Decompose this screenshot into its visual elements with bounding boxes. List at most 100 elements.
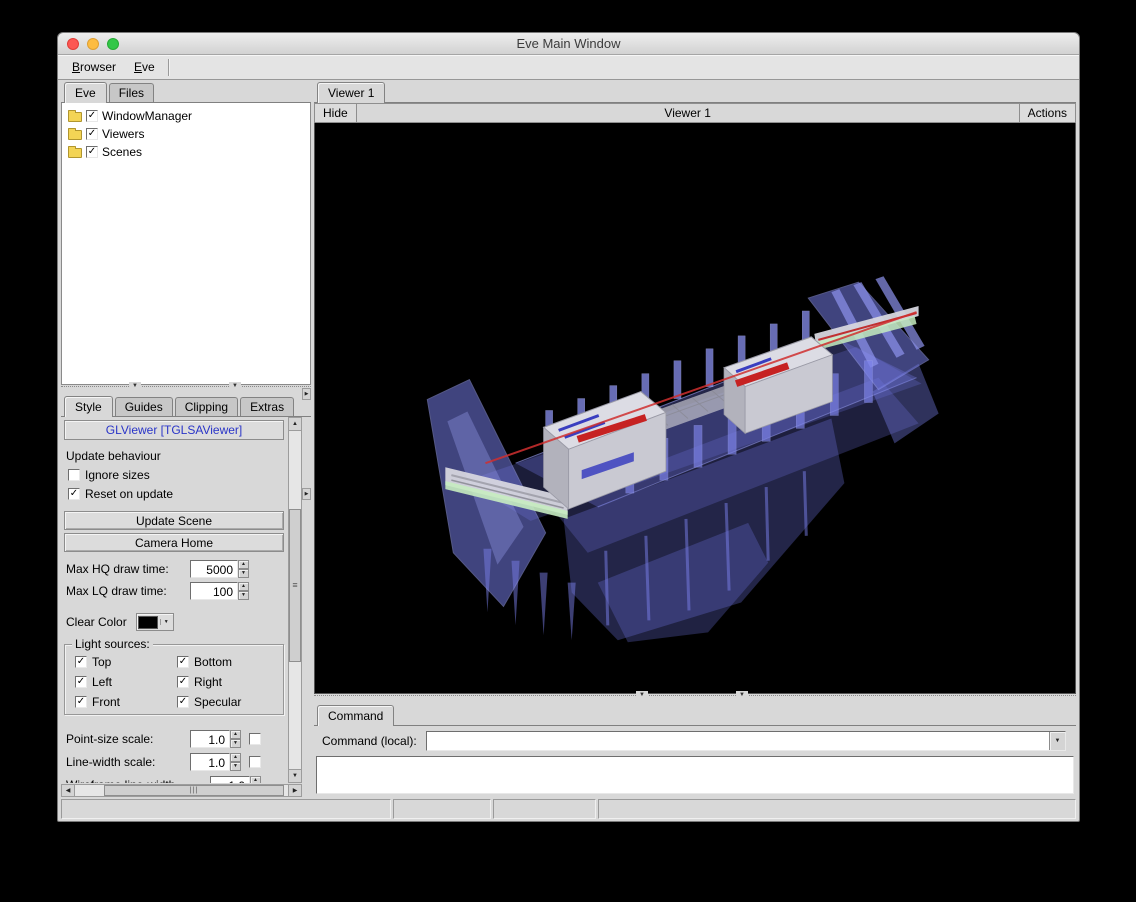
checkbox-label: Left bbox=[92, 675, 112, 689]
menu-eve[interactable]: Eve bbox=[125, 60, 164, 74]
tab-command[interactable]: Command bbox=[317, 705, 394, 726]
line-width-spinner[interactable]: 1.0 ▲ ▼ bbox=[190, 753, 241, 771]
command-output[interactable] bbox=[316, 756, 1074, 794]
tree-item-scenes[interactable]: ✓ Scenes bbox=[64, 143, 308, 161]
checkbox-ignore-sizes[interactable]: Ignore sizes bbox=[68, 467, 287, 482]
style-vertical-scrollbar[interactable]: ▲ ≡ ▼ bbox=[288, 417, 302, 783]
tree-item-windowmanager[interactable]: ✓ WindowManager bbox=[64, 107, 308, 125]
color-swatch[interactable] bbox=[138, 616, 158, 629]
tree-style-splitter[interactable]: ▼ ▼ bbox=[61, 386, 311, 395]
panel-edge-scroll-icon[interactable]: ▶ bbox=[302, 488, 311, 500]
max-lq-value[interactable]: 100 bbox=[190, 582, 238, 600]
checkbox-light-specular[interactable]: ✓ Specular bbox=[177, 694, 279, 709]
splitter-collapse-icon[interactable]: ▼ bbox=[736, 691, 748, 700]
viewport-command-splitter[interactable]: ▼ ▼ bbox=[314, 695, 1076, 704]
tree-item-label[interactable]: Scenes bbox=[102, 145, 142, 159]
tree-item-label[interactable]: Viewers bbox=[102, 127, 144, 141]
splitter-collapse-icon[interactable]: ▼ bbox=[229, 382, 241, 391]
point-size-checkbox[interactable] bbox=[249, 733, 261, 745]
spinner-up-icon[interactable]: ▲ bbox=[238, 560, 249, 569]
checkbox-light-bottom[interactable]: ✓ Bottom bbox=[177, 654, 279, 669]
hide-button[interactable]: Hide bbox=[315, 104, 357, 122]
wireframe-value[interactable]: 1.0 bbox=[210, 776, 250, 783]
style-horizontal-scrollbar[interactable]: ◀ ||| ▶ bbox=[61, 784, 302, 797]
checkbox-light-top[interactable]: ✓ Top bbox=[75, 654, 177, 669]
checkbox-light-left[interactable]: ✓ Left bbox=[75, 674, 177, 689]
detector-3d-render bbox=[315, 123, 1075, 693]
traffic-lights bbox=[67, 38, 119, 50]
command-label: Command (local): bbox=[322, 734, 417, 748]
tab-clipping[interactable]: Clipping bbox=[175, 397, 238, 416]
tree-checkbox[interactable]: ✓ bbox=[86, 110, 98, 122]
max-hq-value[interactable]: 5000 bbox=[190, 560, 238, 578]
tab-extras[interactable]: Extras bbox=[240, 397, 294, 416]
point-size-spinner[interactable]: 1.0 ▲ ▼ bbox=[190, 730, 241, 748]
checkbox-light-front[interactable]: ✓ Front bbox=[75, 694, 177, 709]
spinner-down-icon[interactable]: ▼ bbox=[238, 591, 249, 600]
command-combobox[interactable]: ▼ bbox=[426, 731, 1066, 751]
camera-home-button[interactable]: Camera Home bbox=[64, 533, 284, 552]
checkmark-icon: ✓ bbox=[179, 657, 187, 667]
line-width-value[interactable]: 1.0 bbox=[190, 753, 230, 771]
zoom-window-button[interactable] bbox=[107, 38, 119, 50]
update-scene-button[interactable]: Update Scene bbox=[64, 511, 284, 530]
spinner-up-icon[interactable]: ▲ bbox=[250, 776, 261, 783]
tab-files[interactable]: Files bbox=[109, 83, 154, 102]
scroll-up-icon[interactable]: ▲ bbox=[289, 418, 301, 431]
checkbox-reset-on-update[interactable]: ✓ Reset on update bbox=[68, 486, 287, 501]
spinner-down-icon[interactable]: ▼ bbox=[230, 739, 241, 748]
minimize-window-button[interactable] bbox=[87, 38, 99, 50]
splitter-collapse-icon[interactable]: ▼ bbox=[129, 382, 141, 391]
eve-tree[interactable]: ✓ WindowManager ✓ Viewers ✓ Scenes bbox=[61, 103, 311, 385]
tab-viewer-1[interactable]: Viewer 1 bbox=[317, 82, 385, 103]
checkbox-box[interactable]: ✓ bbox=[177, 656, 189, 668]
spinner-up-icon[interactable]: ▲ bbox=[238, 582, 249, 591]
menu-browser[interactable]: Browser bbox=[63, 60, 125, 74]
clear-color-label: Clear Color bbox=[66, 615, 127, 629]
point-size-value[interactable]: 1.0 bbox=[190, 730, 230, 748]
checkmark-icon: ✓ bbox=[88, 129, 96, 139]
tree-item-label[interactable]: WindowManager bbox=[102, 109, 192, 123]
tab-style[interactable]: Style bbox=[64, 396, 113, 417]
scrollbar-grip-icon: ||| bbox=[190, 787, 198, 794]
close-window-button[interactable] bbox=[67, 38, 79, 50]
checkbox-box[interactable]: ✓ bbox=[75, 656, 87, 668]
clear-color-select[interactable]: ▼ bbox=[136, 613, 174, 631]
tree-checkbox[interactable]: ✓ bbox=[86, 128, 98, 140]
checkbox-light-right[interactable]: ✓ Right bbox=[177, 674, 279, 689]
max-lq-label: Max LQ draw time: bbox=[66, 584, 167, 598]
wireframe-label: Wireframe line-width bbox=[66, 778, 175, 783]
horizontal-scrollbar-thumb[interactable]: ||| bbox=[104, 785, 284, 796]
checkbox-box[interactable]: ✓ bbox=[68, 488, 80, 500]
spinner-up-icon[interactable]: ▲ bbox=[230, 730, 241, 739]
tab-guides[interactable]: Guides bbox=[115, 397, 173, 416]
spinner-down-icon[interactable]: ▼ bbox=[238, 569, 249, 578]
line-width-checkbox[interactable] bbox=[249, 756, 261, 768]
splitter-collapse-icon[interactable]: ▼ bbox=[636, 691, 648, 700]
tree-checkbox[interactable]: ✓ bbox=[86, 146, 98, 158]
scroll-down-icon[interactable]: ▼ bbox=[289, 769, 301, 782]
checkbox-box[interactable] bbox=[68, 469, 80, 481]
scroll-left-icon[interactable]: ◀ bbox=[62, 785, 75, 796]
wireframe-spinner[interactable]: 1.0 ▲ ▼ bbox=[210, 776, 261, 783]
glviewer-header[interactable]: GLViewer [TGLSAViewer] bbox=[64, 420, 284, 440]
max-lq-spinner[interactable]: 100 ▲ ▼ bbox=[190, 582, 249, 600]
folder-icon bbox=[68, 112, 82, 122]
checkbox-box[interactable]: ✓ bbox=[177, 696, 189, 708]
max-hq-spinner[interactable]: 5000 ▲ ▼ bbox=[190, 560, 249, 578]
panel-edge-scroll-icon[interactable]: ▶ bbox=[302, 388, 311, 400]
actions-button[interactable]: Actions bbox=[1019, 104, 1075, 122]
scroll-right-icon[interactable]: ▶ bbox=[288, 785, 301, 796]
gl-viewport[interactable] bbox=[314, 123, 1076, 694]
vertical-scrollbar-thumb[interactable]: ≡ bbox=[289, 509, 301, 662]
spinner-down-icon[interactable]: ▼ bbox=[230, 762, 241, 771]
combo-dropdown-icon[interactable]: ▼ bbox=[1049, 732, 1065, 750]
tree-item-viewers[interactable]: ✓ Viewers bbox=[64, 125, 308, 143]
checkbox-box[interactable]: ✓ bbox=[75, 696, 87, 708]
tab-eve[interactable]: Eve bbox=[64, 82, 107, 103]
spinner-up-icon[interactable]: ▲ bbox=[230, 753, 241, 762]
checkbox-box[interactable]: ✓ bbox=[177, 676, 189, 688]
color-dropdown-icon[interactable]: ▼ bbox=[160, 619, 172, 625]
titlebar[interactable]: Eve Main Window bbox=[58, 33, 1079, 55]
checkbox-box[interactable]: ✓ bbox=[75, 676, 87, 688]
